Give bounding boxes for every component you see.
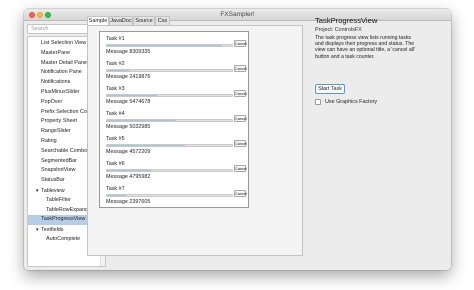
task-progress-fill: [107, 195, 126, 196]
task-title: Task #5: [106, 136, 125, 142]
task-title: Task #3: [106, 86, 125, 92]
task-progress-fill: [107, 70, 130, 71]
task-item: Task #5 Cancel Message 4572209: [106, 136, 247, 161]
tree-item-label: TableFilter: [46, 196, 71, 203]
task-cancel-button[interactable]: Cancel: [234, 190, 247, 197]
sample-pane: Task #1 Cancel Message 8309335 Task #2 Cance…: [87, 25, 303, 256]
task-progress-fill: [107, 45, 222, 46]
tree-item-label: PlusMinusSlider: [41, 88, 80, 95]
task-progress-bar: [106, 169, 233, 172]
task-title: Task #1: [106, 36, 125, 42]
task-progress-bar: [106, 44, 233, 47]
tree-item-label: Textfields: [41, 227, 64, 234]
task-progress-fill: [107, 145, 185, 146]
task-cancel-button[interactable]: Cancel: [234, 90, 247, 97]
graphics-factory-checkbox[interactable]: [315, 99, 321, 105]
task-item: Task #3 Cancel Message 5474678: [106, 86, 247, 111]
tree-item-label: SnapshotView: [41, 167, 76, 174]
tree-item-label: TaskProgressView: [41, 216, 86, 223]
task-message: Message 2397605: [106, 199, 151, 205]
tree-item-label: Notification Pane: [41, 69, 82, 76]
task-title: Task #6: [106, 161, 125, 167]
task-item: Task #4 Cancel Message 5032985: [106, 111, 247, 136]
task-progress-bar: [106, 119, 233, 122]
task-message: Message 8309335: [106, 49, 151, 55]
task-cancel-button[interactable]: Cancel: [234, 165, 247, 172]
task-title: Task #2: [106, 61, 125, 67]
tree-item-label: Master Detail Pane: [41, 59, 87, 66]
task-item: Task #1 Cancel Message 8309335: [106, 36, 247, 61]
task-progress-bar: [106, 144, 233, 147]
task-progress-fill: [107, 120, 176, 121]
sample-description: The task progress view lists running tas…: [315, 34, 416, 60]
task-message: Message 4795982: [106, 174, 151, 180]
task-message: Message 5032985: [106, 124, 151, 130]
tree-item-label: List Selection View: [41, 40, 87, 46]
task-cancel-button[interactable]: Cancel: [234, 115, 247, 122]
task-progress-fill: [107, 170, 151, 171]
task-title: Task #4: [106, 111, 125, 117]
task-progress-bar: [106, 94, 233, 97]
task-item: Task #7 Cancel Message 2397605: [106, 186, 247, 211]
tree-item-label: Rating: [41, 137, 57, 144]
tree-item-label: RangeSlider: [41, 128, 71, 135]
task-message: Message 5474678: [106, 99, 151, 105]
task-cancel-button[interactable]: Cancel: [234, 65, 247, 72]
task-progress-bar: [106, 194, 233, 197]
tree-item-label: StatusBar: [41, 177, 65, 184]
tree-item-label: SegmentedBar: [41, 157, 77, 164]
task-progress-fill: [107, 95, 157, 96]
task-item: Task #2 Cancel Message 2419876: [106, 61, 247, 86]
tree-item-label: PopOver: [41, 98, 63, 105]
sample-title: TaskProgressView: [315, 16, 378, 25]
tree-item-label: AutoComplete: [46, 235, 81, 242]
info-panel: TaskProgressView Project: ControlsFX The…: [315, 16, 421, 60]
task-progress-view: Task #1 Cancel Message 8309335 Task #2 Cance…: [99, 31, 249, 208]
task-item: Task #6 Cancel Message 4795982: [106, 161, 247, 186]
start-task-button[interactable]: Start Task: [315, 84, 345, 94]
sample-project: Project: ControlsFX: [315, 26, 362, 33]
graphics-factory-label: Use Graphics Factory: [325, 99, 378, 105]
task-progress-bar: [106, 69, 233, 72]
tree-item-label: Property Sheet: [41, 118, 77, 125]
task-message: Message 2419876: [106, 74, 151, 80]
task-cancel-button[interactable]: Cancel: [234, 140, 247, 147]
graphics-factory-option[interactable]: Use Graphics Factory: [315, 97, 377, 107]
task-message: Message 4572209: [106, 149, 151, 155]
tree-item-label: Tableview: [41, 187, 65, 194]
tree-item-label: Notifications: [41, 79, 71, 86]
task-cancel-button[interactable]: Cancel: [234, 40, 247, 47]
task-title: Task #7: [106, 186, 125, 192]
tree-item-label: MasterPane: [41, 49, 71, 56]
